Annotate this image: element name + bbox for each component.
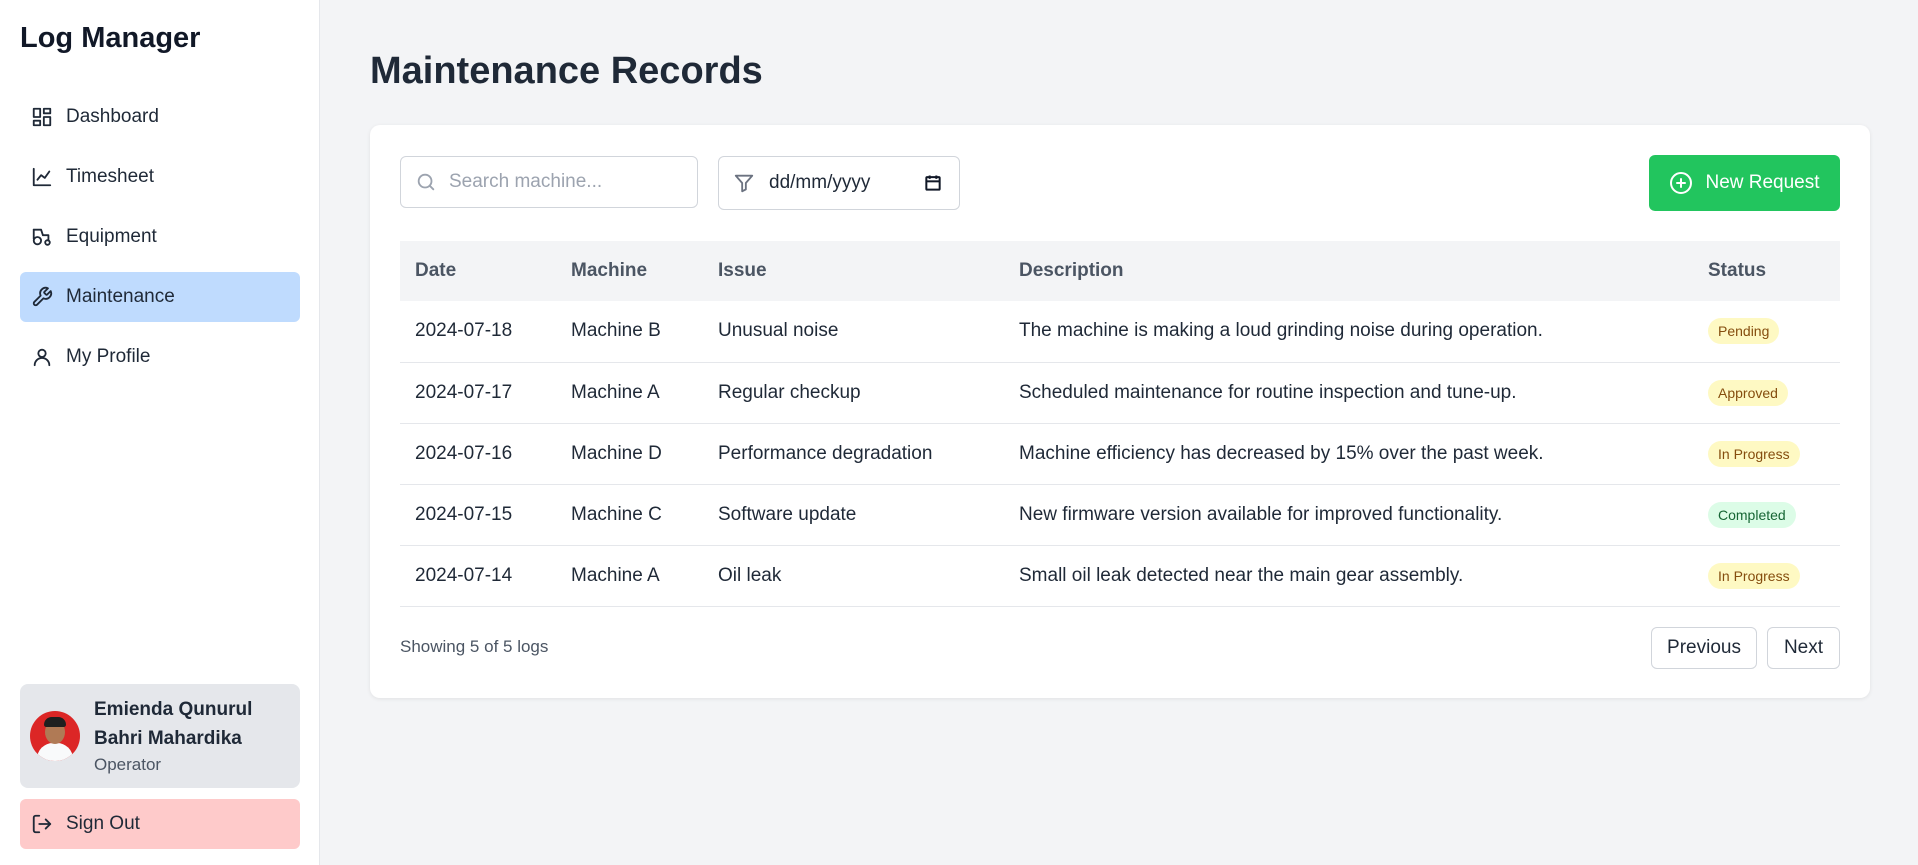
date-filter[interactable]: dd/mm/yyyy <box>718 156 960 210</box>
search-box[interactable] <box>400 156 698 208</box>
table-row[interactable]: 2024-07-17 Machine A Regular checkup Sch… <box>400 362 1840 423</box>
tractor-icon <box>30 225 54 249</box>
column-header-issue[interactable]: Issue <box>703 241 1004 301</box>
table-row[interactable]: 2024-07-18 Machine B Unusual noise The m… <box>400 301 1840 362</box>
records-card: dd/mm/yyyy New Request Date Machine Issu… <box>370 125 1870 698</box>
cell-date: 2024-07-14 <box>415 564 513 586</box>
previous-page-button[interactable]: Previous <box>1651 627 1757 669</box>
sidebar: Log Manager Dashboard Timesheet Equipmen… <box>0 0 320 865</box>
search-icon <box>415 170 439 194</box>
cell-status: Completed <box>1693 484 1840 545</box>
cell-issue: Software update <box>718 503 857 525</box>
sidebar-item-maintenance[interactable]: Maintenance <box>20 272 300 322</box>
cell-status: Pending <box>1693 301 1840 362</box>
cell-description: The machine is making a loud grinding no… <box>1019 320 1543 342</box>
date-input[interactable]: dd/mm/yyyy <box>769 172 923 194</box>
sidebar-item-equipment[interactable]: Equipment <box>20 212 300 262</box>
sidebar-item-label: Equipment <box>66 226 157 247</box>
sidebar-item-my-profile[interactable]: My Profile <box>20 332 300 382</box>
next-page-button[interactable]: Next <box>1767 627 1840 669</box>
avatar <box>30 711 80 761</box>
maintenance-table: Date Machine Issue Description Status 20… <box>400 241 1840 607</box>
cell-machine: Machine B <box>571 320 661 342</box>
sidebar-nav: Dashboard Timesheet Equipment Maintenanc… <box>20 92 300 392</box>
status-badge: In Progress <box>1708 440 1800 467</box>
sign-out-button[interactable]: Sign Out <box>20 799 300 849</box>
user-icon <box>30 345 54 369</box>
cell-status: In Progress <box>1693 423 1840 484</box>
cell-issue: Oil leak <box>718 564 782 586</box>
sign-out-label: Sign Out <box>66 813 140 834</box>
table-header-row: Date Machine Issue Description Status <box>400 241 1840 301</box>
new-request-label: New Request <box>1705 172 1820 193</box>
table-row[interactable]: 2024-07-14 Machine A Oil leak Small oil … <box>400 545 1840 606</box>
cell-description: New firmware version available for impro… <box>1019 503 1503 525</box>
user-card[interactable]: Emienda Qunurul Bahri Mahardika Operator <box>20 684 300 788</box>
log-out-icon <box>30 812 54 836</box>
calendar-icon[interactable] <box>923 172 945 194</box>
status-badge: Approved <box>1708 379 1788 406</box>
pagination-summary: Showing 5 of 5 logs <box>400 637 549 656</box>
column-header-date[interactable]: Date <box>400 241 556 301</box>
column-header-status[interactable]: Status <box>1693 241 1840 301</box>
search-input[interactable] <box>449 171 679 193</box>
cell-issue: Regular checkup <box>718 381 861 403</box>
status-badge: Completed <box>1708 501 1796 528</box>
cell-machine: Machine D <box>571 442 662 464</box>
cell-description: Small oil leak detected near the main ge… <box>1019 564 1464 586</box>
cell-machine: Machine A <box>571 381 660 403</box>
cell-machine: Machine A <box>571 564 660 586</box>
sidebar-item-dashboard[interactable]: Dashboard <box>20 92 300 142</box>
cell-date: 2024-07-16 <box>415 442 513 464</box>
filter-icon <box>733 171 757 195</box>
cell-machine: Machine C <box>571 503 662 525</box>
new-request-button[interactable]: New Request <box>1649 155 1840 211</box>
cell-date: 2024-07-15 <box>415 503 513 525</box>
sidebar-item-timesheet[interactable]: Timesheet <box>20 152 300 202</box>
cell-status: Approved <box>1693 362 1840 423</box>
sidebar-item-label: Timesheet <box>66 166 154 187</box>
sidebar-item-label: Dashboard <box>66 106 159 127</box>
cell-date: 2024-07-17 <box>415 381 513 403</box>
user-name: Emienda Qunurul Bahri Mahardika <box>94 699 253 749</box>
cell-issue: Performance degradation <box>718 442 933 464</box>
status-badge: In Progress <box>1708 562 1800 589</box>
user-role: Operator <box>94 755 162 774</box>
page-title: Maintenance Records <box>370 50 763 92</box>
cell-status: In Progress <box>1693 545 1840 606</box>
sidebar-item-label: My Profile <box>66 346 151 367</box>
status-badge: Pending <box>1708 318 1780 345</box>
column-header-description[interactable]: Description <box>1004 241 1693 301</box>
cell-issue: Unusual noise <box>718 320 839 342</box>
plus-circle-icon <box>1669 170 1695 196</box>
line-chart-icon <box>30 165 54 189</box>
sidebar-item-label: Maintenance <box>66 286 175 307</box>
app-title: Log Manager <box>20 22 201 54</box>
column-header-machine[interactable]: Machine <box>556 241 703 301</box>
cell-description: Scheduled maintenance for routine inspec… <box>1019 381 1517 403</box>
layout-grid-icon <box>30 105 54 129</box>
wrench-icon <box>30 285 54 309</box>
table-row[interactable]: 2024-07-15 Machine C Software update New… <box>400 484 1840 545</box>
table-row[interactable]: 2024-07-16 Machine D Performance degrada… <box>400 423 1840 484</box>
cell-date: 2024-07-18 <box>415 320 513 342</box>
cell-description: Machine efficiency has decreased by 15% … <box>1019 442 1544 464</box>
